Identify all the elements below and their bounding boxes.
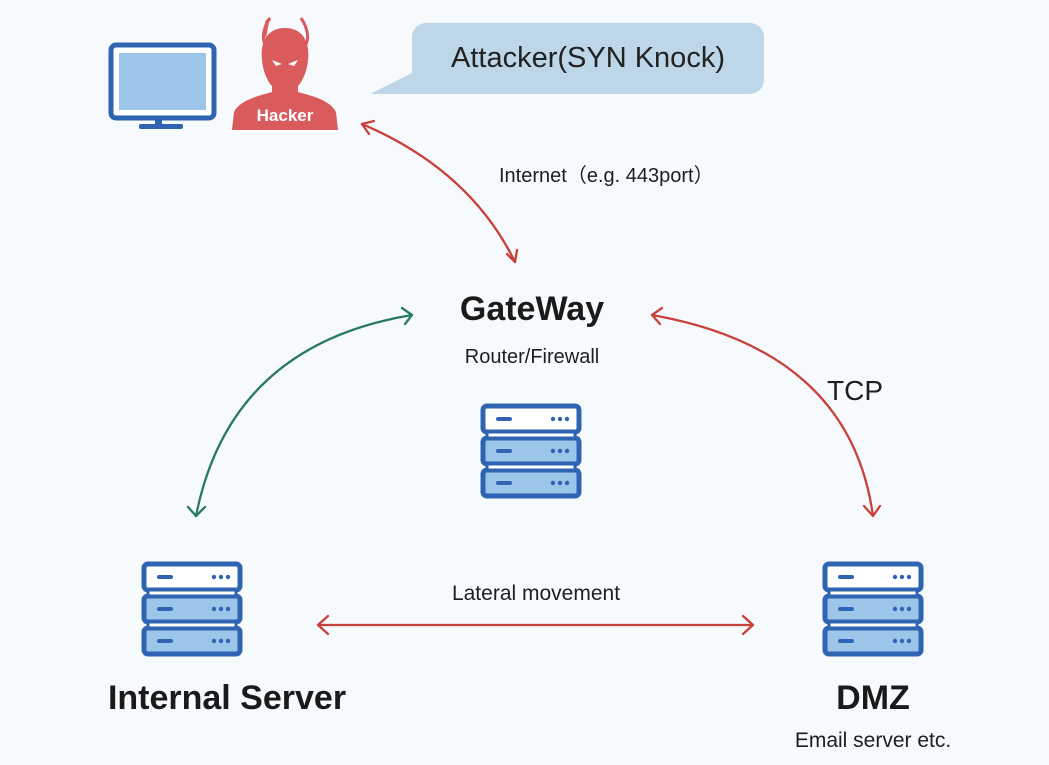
internet-link-label: Internet（e.g. 443port）: [499, 165, 714, 187]
internal-link-arrow: [186, 306, 414, 518]
computer-monitor-icon: [108, 42, 217, 129]
speech-bubble-text: Attacker(SYN Knock): [451, 42, 725, 74]
gateway-server-icon: [483, 406, 579, 496]
gateway-subtitle: Router/Firewall: [464, 346, 600, 368]
hacker-label: Hacker: [256, 106, 314, 125]
gateway-title: GateWay: [459, 290, 605, 328]
dmz-subtitle: Email server etc.: [794, 729, 952, 752]
internet-link-arrow: [360, 119, 519, 264]
dmz-server-icon: [825, 564, 921, 654]
internal-server-title: Internal Server: [107, 679, 347, 717]
dmz-title: DMZ: [836, 679, 910, 717]
diagram-canvas: [108, 17, 1049, 765]
tcp-link-label: TCP: [827, 375, 883, 406]
internal-server-icon: [144, 564, 240, 654]
lateral-movement-arrow: [316, 614, 755, 636]
speech-bubble: Attacker(SYN Knock): [412, 23, 764, 94]
tcp-link-arrow: [650, 306, 882, 518]
lateral-movement-label: Lateral movement: [451, 582, 621, 605]
